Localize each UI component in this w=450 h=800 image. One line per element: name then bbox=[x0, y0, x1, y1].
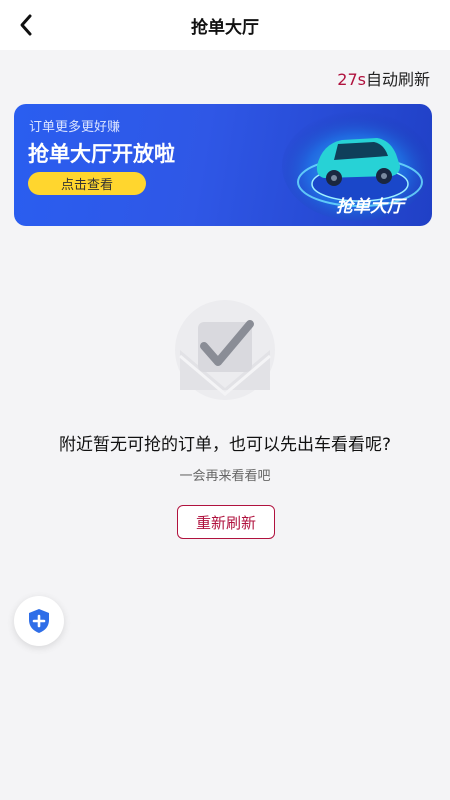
car-illustration: 抢单大厅 bbox=[282, 111, 432, 221]
banner-subtitle: 订单更多更好赚 bbox=[29, 120, 121, 135]
empty-state-illustration bbox=[175, 300, 275, 400]
empty-state-subtitle: 一会再来看看吧 bbox=[179, 469, 271, 484]
empty-state-title: 附近暂无可抢的订单，也可以先出车看看呢? bbox=[58, 435, 392, 455]
banner-view-button[interactable]: 点击查看 bbox=[28, 172, 146, 195]
refresh-countdown: 27s bbox=[337, 70, 366, 89]
refresh-button[interactable]: 重新刷新 bbox=[177, 505, 275, 539]
grab-hall-banner[interactable]: 订单更多更好赚 抢单大厅开放啦 点击查看 抢单大厅 bbox=[14, 104, 432, 226]
chevron-left-icon bbox=[20, 14, 32, 36]
banner-art-text: 抢单大厅 bbox=[336, 197, 407, 217]
auto-refresh-indicator: 27s自动刷新 bbox=[337, 66, 430, 90]
page-title: 抢单大厅 bbox=[191, 17, 259, 38]
shield-plus-icon bbox=[29, 609, 49, 633]
top-bar: 抢单大厅 bbox=[0, 0, 450, 50]
safety-button[interactable] bbox=[14, 596, 64, 646]
back-button[interactable] bbox=[12, 10, 40, 40]
banner-title: 抢单大厅开放啦 bbox=[28, 142, 175, 166]
refresh-label: 自动刷新 bbox=[365, 70, 430, 89]
